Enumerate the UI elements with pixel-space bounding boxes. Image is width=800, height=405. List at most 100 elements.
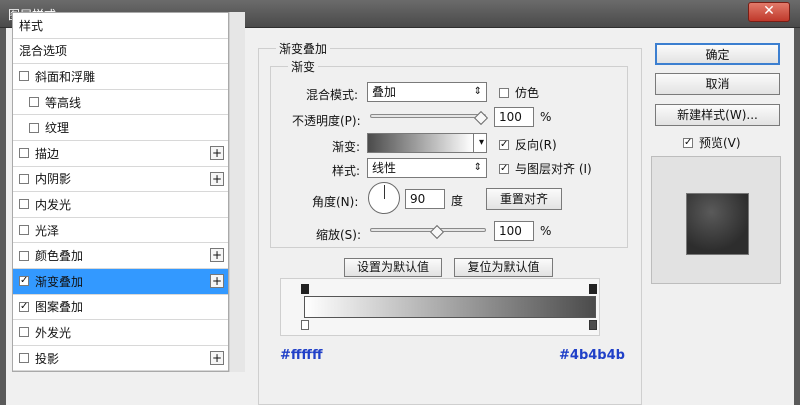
angle-label: 角度(N): — [312, 195, 359, 209]
style-list-item[interactable]: 样式 — [13, 13, 228, 39]
style-list-item-label: 斜面和浮雕 — [35, 69, 96, 84]
checkbox-icon[interactable] — [19, 199, 29, 210]
reverse-checkbox[interactable]: 反向(R) — [499, 136, 557, 153]
checkbox-checked-icon — [499, 139, 509, 150]
style-list-item-label: 图案叠加 — [35, 300, 84, 315]
style-list-item[interactable]: 光泽 — [13, 218, 228, 244]
style-list-item-label: 纹理 — [45, 121, 70, 136]
opacity-input[interactable]: 100 — [494, 107, 534, 127]
reset-align-button[interactable]: 重置对齐 — [486, 188, 562, 210]
style-label: 样式: — [332, 164, 361, 178]
gradient-bar[interactable] — [304, 296, 596, 318]
checkbox-icon[interactable] — [19, 250, 29, 261]
color-stop-right-icon[interactable] — [589, 320, 597, 330]
checkbox-checked-icon — [499, 163, 509, 174]
style-list-item[interactable]: 内阴影 + — [13, 167, 228, 193]
checkbox-icon[interactable] — [19, 148, 29, 159]
checkbox-icon[interactable] — [19, 353, 29, 364]
reset-default-button[interactable]: 复位为默认值 — [454, 258, 553, 277]
style-list-item-label: 内阴影 — [35, 172, 72, 187]
opacity-stop-right-icon[interactable] — [589, 284, 597, 294]
angle-input[interactable]: 90 — [405, 189, 445, 209]
new-style-button[interactable]: 新建样式(W)... — [655, 104, 780, 126]
scale-label: 缩放(S): — [316, 228, 362, 242]
add-icon[interactable]: + — [210, 273, 224, 288]
style-list-item-label: 外发光 — [35, 325, 72, 340]
checkbox-checked-icon[interactable] — [19, 276, 29, 287]
style-list-item-label: 渐变叠加 — [35, 274, 84, 289]
align-with-layer-checkbox[interactable]: 与图层对齐 (I) — [499, 160, 592, 177]
style-list-item-label: 描边 — [35, 146, 60, 161]
dither-checkbox[interactable]: 仿色 — [499, 84, 539, 101]
style-list-item[interactable]: 渐变叠加 + — [13, 268, 228, 295]
preview-area — [651, 156, 781, 284]
scale-percent: % — [540, 224, 552, 238]
checkbox-icon[interactable] — [19, 225, 29, 236]
angle-dial-icon[interactable] — [368, 182, 400, 214]
dither-label: 仿色 — [515, 86, 540, 100]
blend-mode-select[interactable]: 叠加 ⇕ — [367, 82, 487, 102]
add-icon[interactable]: + — [210, 171, 224, 186]
opacity-percent: % — [540, 110, 552, 124]
scale-slider-track[interactable] — [370, 228, 486, 232]
style-list-item-label: 内发光 — [35, 197, 72, 212]
degree-unit: 度 — [451, 194, 464, 208]
gradient-style-select[interactable]: 线性 ⇕ — [367, 158, 487, 178]
chevron-down-icon: ▾ — [478, 137, 484, 148]
checkbox-icon[interactable] — [19, 173, 29, 184]
style-list-item[interactable]: 外发光 — [13, 320, 228, 346]
preview-checkbox[interactable]: 预览(V) — [683, 134, 741, 151]
style-list-item[interactable]: 颜色叠加 + — [13, 243, 228, 269]
blend-mode-label: 混合模式: — [306, 88, 359, 102]
opacity-stop-left-icon[interactable] — [301, 284, 309, 294]
preview-label: 预览(V) — [699, 136, 741, 150]
set-default-button[interactable]: 设置为默认值 — [344, 258, 442, 277]
left-color-hex: #ffffff — [280, 348, 323, 363]
updown-arrow-icon: ⇕ — [473, 162, 482, 173]
checkbox-icon[interactable] — [19, 327, 29, 338]
checkbox-icon[interactable] — [19, 71, 29, 82]
style-list-item-label: 颜色叠加 — [35, 249, 84, 264]
style-list-item[interactable]: 描边 + — [13, 141, 228, 167]
style-list-item[interactable]: 图案叠加 — [13, 295, 228, 321]
style-list-item-label: 等高线 — [45, 95, 82, 110]
style-list: 样式混合选项斜面和浮雕等高线纹理描边 + 内阴影 + 内发光光泽颜色叠加 + 渐变叠加 + 图案… — [12, 12, 229, 372]
style-list-item[interactable]: 混合选项 — [13, 39, 228, 65]
add-icon[interactable]: + — [210, 350, 224, 365]
add-icon[interactable]: + — [210, 145, 224, 160]
style-list-item-label: 混合选项 — [19, 44, 68, 59]
right-color-hex: #4b4b4b — [559, 348, 625, 363]
checkbox-icon[interactable] — [29, 97, 39, 108]
checkbox-checked-icon[interactable] — [19, 301, 29, 312]
align-label: 与图层对齐 (I) — [515, 162, 592, 176]
style-list-item[interactable]: 斜面和浮雕 — [13, 64, 228, 90]
cancel-button[interactable]: 取消 — [655, 73, 780, 95]
preview-thumbnail — [686, 193, 749, 255]
checkbox-icon[interactable] — [29, 122, 39, 133]
checkbox-checked-icon — [683, 137, 693, 148]
gradient-style-value: 线性 — [372, 161, 397, 175]
style-list-item-label: 样式 — [19, 18, 44, 33]
opacity-label: 不透明度(P): — [292, 114, 361, 128]
style-list-item[interactable]: 纹理 — [13, 115, 228, 141]
updown-arrow-icon: ⇕ — [473, 86, 482, 97]
style-list-item[interactable]: 投影 + — [13, 346, 228, 371]
close-button[interactable]: ✕ — [748, 2, 790, 22]
gradient-dropdown[interactable]: ▾ — [473, 133, 487, 153]
style-list-item[interactable]: 内发光 — [13, 192, 228, 218]
checkbox-icon — [499, 87, 509, 98]
gradient-swatch[interactable] — [367, 133, 474, 153]
subgroup-title: 渐变 — [288, 58, 319, 75]
opacity-slider-track[interactable] — [370, 114, 486, 118]
style-list-item-label: 投影 — [35, 351, 60, 366]
reverse-label: 反向(R) — [515, 138, 557, 152]
gradient-label: 渐变: — [332, 140, 361, 154]
style-list-scrollbar[interactable] — [229, 12, 245, 372]
group-title: 渐变叠加 — [276, 40, 331, 57]
ok-button[interactable]: 确定 — [655, 43, 780, 65]
color-stop-left-icon[interactable] — [301, 320, 309, 330]
add-icon[interactable]: + — [210, 248, 224, 263]
scale-input[interactable]: 100 — [494, 221, 534, 241]
blend-mode-value: 叠加 — [372, 85, 397, 99]
style-list-item[interactable]: 等高线 — [13, 90, 228, 116]
